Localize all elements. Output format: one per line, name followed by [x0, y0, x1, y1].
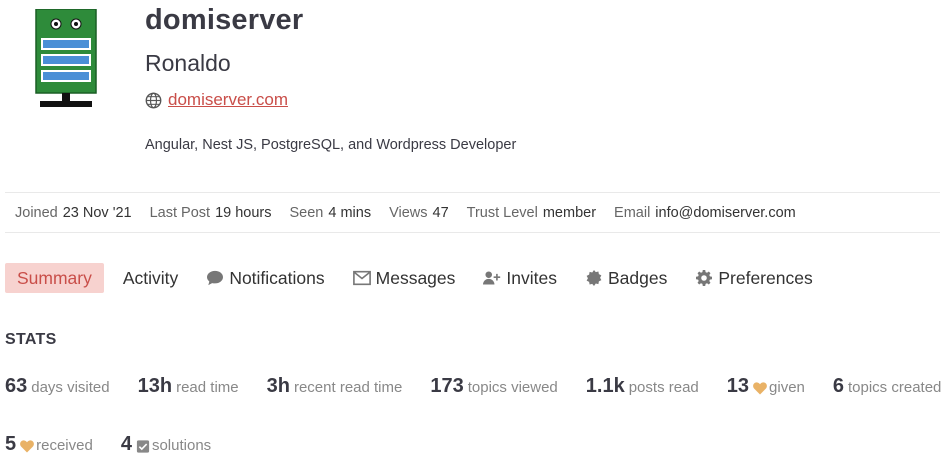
meta-joined: Joined 23 Nov '21 [15, 204, 132, 221]
stats-title: STATS [5, 331, 57, 348]
tab-invites[interactable]: Invites [483, 263, 557, 293]
stats-row: 5 received 4 solutions [5, 433, 239, 456]
tab-activity[interactable]: Activity [123, 263, 178, 293]
tab-notifications[interactable]: Notifications [206, 263, 325, 293]
comment-icon [207, 270, 224, 286]
stat-solutions[interactable]: 4 solutions [121, 433, 211, 456]
gear-icon [696, 270, 713, 286]
tab-preferences[interactable]: Preferences [695, 263, 813, 293]
check-square-icon [136, 440, 150, 453]
badge-icon [586, 270, 602, 286]
meta-trust-level: Trust Level member [466, 204, 597, 221]
user-nav: Summary Activity Notifications Messages … [5, 263, 841, 293]
globe-icon [145, 92, 162, 108]
stat-likes-received[interactable]: 5 received [5, 433, 93, 456]
stats-row: 63 days visited 13h read time 3h recent rea… [5, 375, 941, 398]
stat-days-visited: 63 days visited [5, 375, 110, 397]
tab-badges[interactable]: Badges [585, 263, 667, 293]
envelope-icon [352, 270, 371, 286]
user-meta-bar: Joined 23 Nov '21 Last Post 19 hours Seen 4… [5, 192, 940, 233]
bio: Angular, Nest JS, PostgreSQL, and Wordpr… [145, 137, 517, 153]
website: domiserver.com [145, 90, 288, 110]
tab-summary[interactable]: Summary [5, 263, 104, 293]
meta-email: Email info@domiserver.com [614, 204, 796, 221]
heart-icon [753, 382, 767, 395]
stat-recent-read-time: 3h recent read time [266, 375, 403, 397]
meta-seen: Seen 4 mins [289, 204, 372, 221]
stat-likes-given[interactable]: 13 given [727, 375, 805, 398]
stat-posts-read: 1.1k posts read [585, 375, 699, 397]
full-name: Ronaldo [145, 50, 231, 76]
meta-last-post: Last Post 19 hours [149, 204, 272, 221]
website-link[interactable]: domiserver.com [168, 90, 288, 110]
tab-messages[interactable]: Messages [352, 263, 455, 293]
avatar[interactable] [34, 9, 98, 111]
heart-icon [20, 440, 35, 453]
username: domiserver [145, 4, 304, 36]
stat-topics-created[interactable]: 6 topics created [833, 375, 941, 398]
stat-topics-viewed: 173 topics viewed [430, 375, 558, 397]
meta-views: Views 47 [389, 204, 449, 221]
user-plus-icon [483, 271, 501, 285]
stat-read-time: 13h read time [137, 375, 239, 397]
